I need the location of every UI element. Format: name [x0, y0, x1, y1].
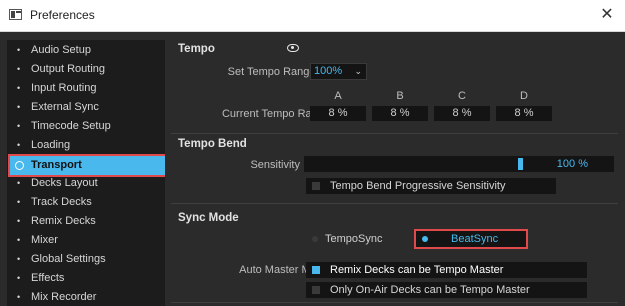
sensitivity-label: Sensitivity [250, 159, 300, 171]
section-title-tempo: Tempo [178, 43, 215, 55]
tempo-range-value-c: 8 % [434, 106, 490, 121]
checkbox-icon [312, 182, 320, 190]
divider [171, 133, 618, 134]
sidebar-item-decks-layout[interactable]: • Decks Layout [7, 174, 165, 193]
transport-settings-panel: Tempo Set Tempo Range To 100% ⌄ A B C D … [171, 40, 618, 306]
onair-decks-tempo-master-checkbox[interactable]: Only On-Air Decks can be Tempo Master [306, 282, 587, 298]
checkbox-icon [312, 286, 320, 294]
sidebar-item-track-decks[interactable]: • Track Decks [7, 193, 165, 212]
chevron-down-icon: ⌄ [354, 66, 362, 76]
eye-icon[interactable] [287, 44, 299, 52]
selected-radio-icon [15, 161, 24, 170]
sidebar-item-remix-decks[interactable]: • Remix Decks [7, 212, 165, 231]
progressive-sensitivity-checkbox[interactable]: Tempo Bend Progressive Sensitivity [306, 178, 556, 194]
sidebar-item-effects[interactable]: • Effects [7, 269, 165, 288]
deck-column-a: A [334, 90, 342, 102]
sync-mode-beatsync-radio[interactable]: BeatSync [414, 229, 528, 249]
title-bar: Preferences ✕ [0, 0, 625, 32]
sidebar-item-audio-setup[interactable]: • Audio Setup [7, 41, 165, 60]
sidebar-item-mix-recorder[interactable]: • Mix Recorder [7, 288, 165, 306]
slider-handle[interactable] [518, 158, 523, 170]
tempo-range-value-b: 8 % [372, 106, 428, 121]
tempo-range-value-d: 8 % [496, 106, 552, 121]
sidebar-item-loading[interactable]: • Loading [7, 136, 165, 155]
sidebar-item-timecode-setup[interactable]: • Timecode Setup [7, 117, 165, 136]
remix-decks-tempo-master-checkbox[interactable]: Remix Decks can be Tempo Master [306, 262, 587, 278]
close-icon[interactable]: ✕ [595, 4, 619, 26]
section-title-tempo-bend: Tempo Bend [178, 138, 247, 150]
app-icon [9, 9, 22, 20]
sidebar-item-input-routing[interactable]: • Input Routing [7, 79, 165, 98]
sidebar-item-mixer[interactable]: • Mixer [7, 231, 165, 250]
sensitivity-value: 100 % [556, 158, 588, 170]
radio-icon [312, 236, 318, 242]
window-title: Preferences [30, 8, 95, 22]
deck-column-c: C [458, 90, 466, 102]
set-tempo-range-label: Set Tempo Range To [227, 66, 330, 78]
sidebar-item-transport[interactable]: Transport [8, 154, 165, 177]
sidebar-item-external-sync[interactable]: • External Sync [7, 98, 165, 117]
deck-column-d: D [520, 90, 528, 102]
sidebar-item-global-settings[interactable]: • Global Settings [7, 250, 165, 269]
section-title-sync-mode: Sync Mode [178, 212, 239, 224]
sensitivity-slider[interactable]: 100 % [304, 156, 614, 172]
tempo-range-value-a: 8 % [310, 106, 366, 121]
tempo-range-dropdown[interactable]: 100% ⌄ [310, 63, 367, 80]
deck-column-b: B [396, 90, 404, 102]
radio-selected-icon [422, 236, 428, 242]
sidebar-item-output-routing[interactable]: • Output Routing [7, 60, 165, 79]
sidebar: • Audio Setup • Output Routing • Input Rout… [7, 40, 165, 306]
divider [171, 302, 618, 303]
checkbox-checked-icon [312, 266, 320, 274]
current-tempo-range-label: Current Tempo Range [221, 108, 330, 120]
divider [171, 203, 618, 204]
sync-mode-temposync-radio[interactable]: TempoSync [306, 231, 411, 247]
